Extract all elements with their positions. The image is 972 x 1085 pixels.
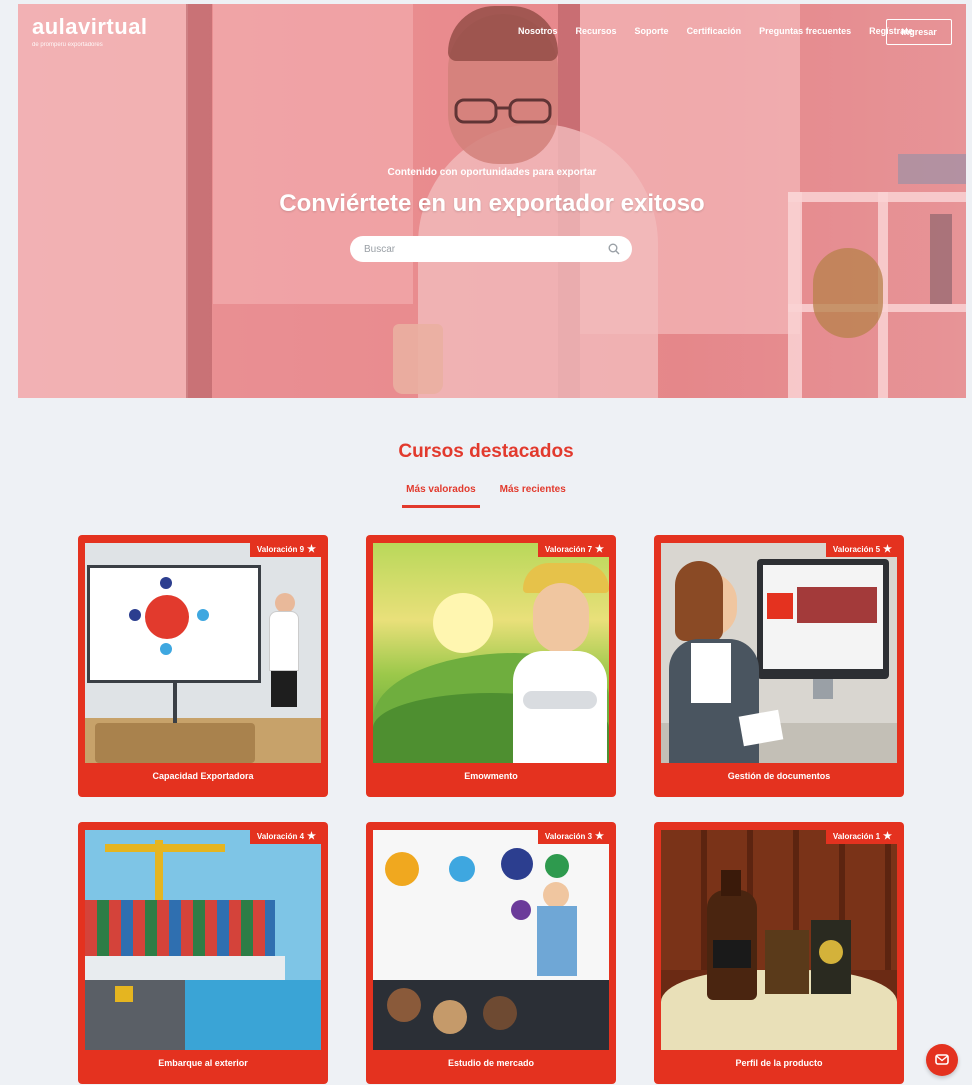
- course-title[interactable]: Capacidad Exportadora: [78, 771, 328, 781]
- course-title[interactable]: Perfil de la producto: [654, 1058, 904, 1068]
- page: aulavirtual de promperú exportadores Nos…: [0, 0, 972, 1085]
- star-icon: ★: [307, 830, 316, 842]
- course-card[interactable]: Valoración 9 ★ Capacidad Exportadora: [78, 535, 328, 797]
- rating-text: Valoración 5: [832, 545, 881, 554]
- course-card[interactable]: Valoración 5 ★ Gestión de documentos: [654, 535, 904, 797]
- rating-badge: Valoración 1 ★: [825, 829, 898, 844]
- tab-mas-recientes[interactable]: Más recientes: [496, 484, 570, 508]
- course-card[interactable]: Valoración 3 ★ Estudio de mercado: [366, 822, 616, 1084]
- star-icon: ★: [307, 543, 316, 555]
- logo-tagline: de promperú exportadores: [32, 42, 103, 48]
- search-icon[interactable]: [608, 243, 620, 255]
- tab-mas-valorados[interactable]: Más valorados: [402, 484, 480, 508]
- course-card[interactable]: Valoración 7 ★ Emowmento: [366, 535, 616, 797]
- course-title[interactable]: Estudio de mercado: [366, 1058, 616, 1068]
- rating-text: Valoración 7: [544, 545, 593, 554]
- chat-button[interactable]: [926, 1044, 958, 1076]
- course-thumbnail: [661, 543, 897, 763]
- rating-badge: Valoración 3 ★: [537, 829, 610, 844]
- login-button[interactable]: Ingresar: [886, 19, 952, 45]
- course-title[interactable]: Emowmento: [366, 771, 616, 781]
- course-thumbnail: [85, 830, 321, 1050]
- hero-title: Conviértete en un exportador exitoso: [279, 190, 705, 217]
- nav-link-soporte[interactable]: Soporte: [635, 26, 669, 36]
- course-thumbnail: [85, 543, 321, 763]
- featured-tabs: Más valorados Más recientes: [0, 484, 972, 508]
- nav-link-preguntas[interactable]: Preguntas frecuentes: [759, 26, 851, 36]
- logo[interactable]: aulavirtual: [32, 14, 148, 40]
- rating-text: Valoración 3: [544, 832, 593, 841]
- course-title[interactable]: Gestión de documentos: [654, 771, 904, 781]
- star-icon: ★: [883, 830, 892, 842]
- star-icon: ★: [595, 543, 604, 555]
- star-icon: ★: [883, 543, 892, 555]
- hero-banner: aulavirtual de promperú exportadores Nos…: [18, 4, 966, 398]
- top-nav: aulavirtual de promperú exportadores Nos…: [18, 4, 966, 58]
- nav-link-certificacion[interactable]: Certificación: [687, 26, 742, 36]
- rating-text: Valoración 9: [256, 545, 305, 554]
- rating-badge: Valoración 9 ★: [249, 542, 322, 557]
- rating-text: Valoración 4: [256, 832, 305, 841]
- star-icon: ★: [595, 830, 604, 842]
- search-bar: [350, 236, 632, 262]
- hero-subtitle: Contenido con oportunidades para exporta…: [387, 167, 597, 178]
- chat-icon: [935, 1054, 949, 1065]
- nav-link-nosotros[interactable]: Nosotros: [518, 26, 558, 36]
- rating-badge: Valoración 5 ★: [825, 542, 898, 557]
- search-input[interactable]: [364, 240, 584, 258]
- course-card[interactable]: Valoración 4 ★ Embarque al exterior: [78, 822, 328, 1084]
- nav-link-recursos[interactable]: Recursos: [576, 26, 617, 36]
- rating-badge: Valoración 7 ★: [537, 542, 610, 557]
- section-title: Cursos destacados: [398, 441, 574, 462]
- nav-links: Nosotros Recursos Soporte Certificación …: [518, 26, 913, 36]
- rating-badge: Valoración 4 ★: [249, 829, 322, 844]
- course-thumbnail: [373, 543, 609, 763]
- course-thumbnail: [373, 830, 609, 1050]
- rating-text: Valoración 1: [832, 832, 881, 841]
- course-thumbnail: [661, 830, 897, 1050]
- course-title[interactable]: Embarque al exterior: [78, 1058, 328, 1068]
- course-card[interactable]: Valoración 1 ★ Perfil de la producto: [654, 822, 904, 1084]
